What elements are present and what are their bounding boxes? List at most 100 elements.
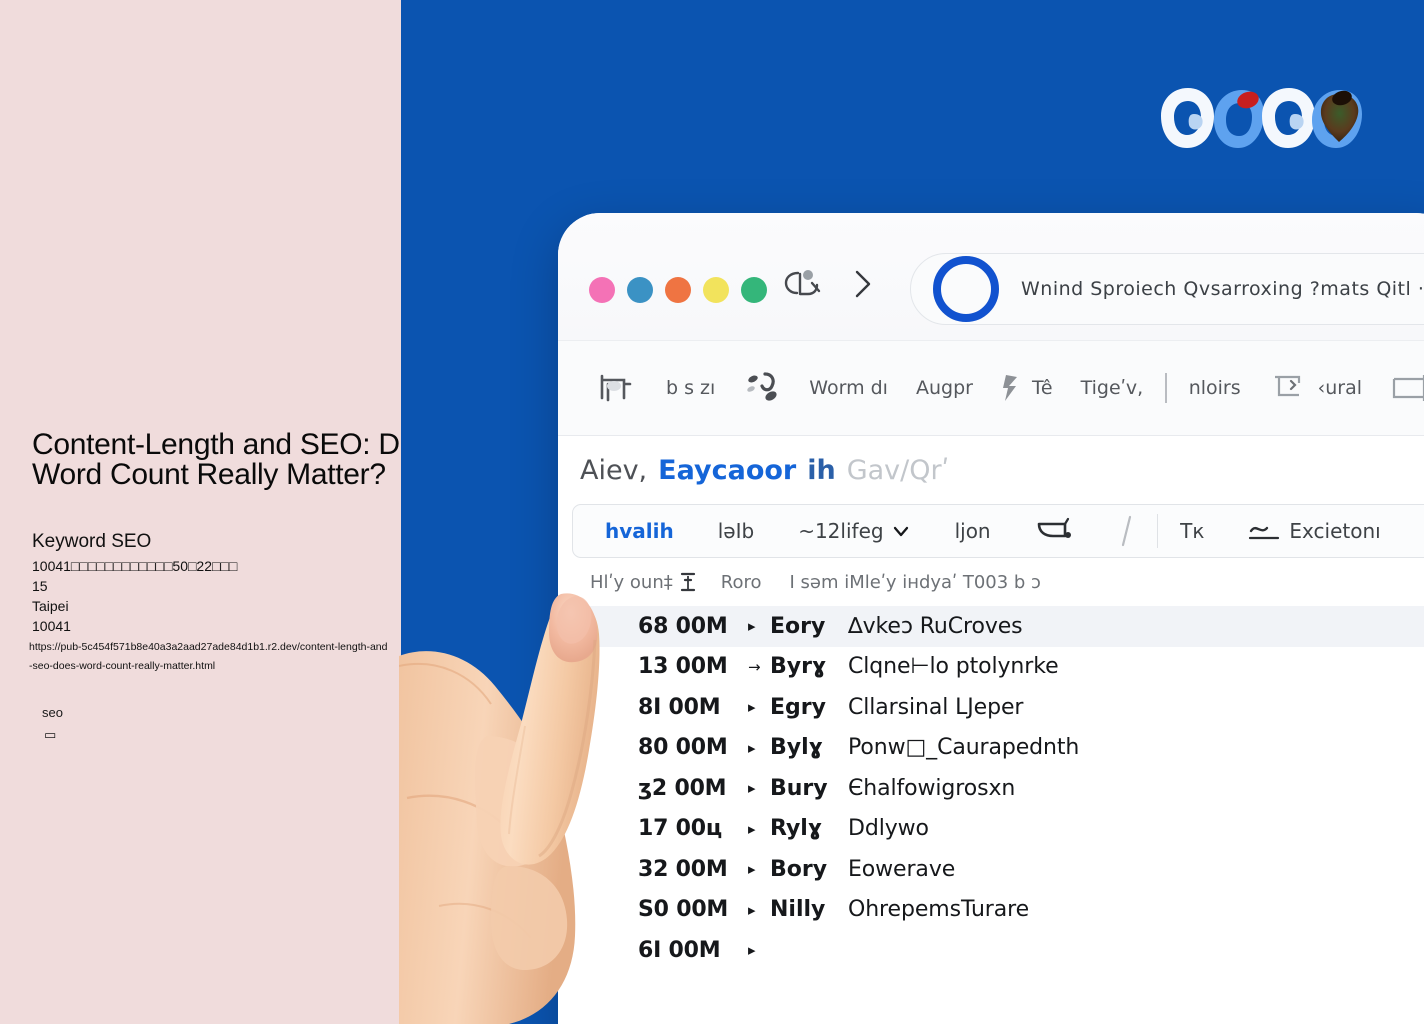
- heading-part-c: ih: [807, 454, 836, 486]
- toolbar-item-augpr[interactable]: Augpr: [902, 377, 987, 399]
- column-header-1[interactable]: Roro: [721, 572, 790, 593]
- toolbar-item-tag[interactable]: [580, 370, 652, 406]
- filter-slash[interactable]: [1097, 513, 1157, 549]
- row-trend-icon: ▸: [748, 738, 756, 757]
- row-category: Rylɣ: [770, 816, 822, 842]
- row-name: ∆vkeɔ RuCroves: [848, 613, 1023, 639]
- toolbar-item-ural[interactable]: ‹ural: [1255, 371, 1376, 405]
- back-chat-icon[interactable]: [784, 267, 822, 306]
- heading-part-d: Gav/Qrʹ: [846, 454, 950, 486]
- row-count: S0 00М: [638, 897, 729, 923]
- row-name: OhrepemsTurare: [848, 897, 1030, 923]
- dot-orange[interactable]: [665, 277, 691, 303]
- filter-cart[interactable]: [1013, 516, 1097, 546]
- toolbar-divider: [1165, 373, 1167, 403]
- box-arrow-icon: [1274, 375, 1300, 397]
- filter-dropdown[interactable]: ~12lifeg: [776, 519, 932, 543]
- page-title: Content-Length and SEO: Does Word Count …: [32, 428, 401, 491]
- toolbar-label-ural: ‹ural: [1317, 377, 1363, 399]
- row-trend-icon: ▸: [748, 941, 756, 960]
- table-row[interactable]: 32 00М ▸ Bory Eowerave: [558, 849, 1424, 890]
- omnibox-text: Wnind Sproiech Qvsarroxing ?mats Qitl ··: [1021, 278, 1424, 300]
- toolbar-label-worm: Worm dı: [809, 377, 888, 399]
- table-row[interactable]: 8I 00М ▸ Egry Cllarsinal LJeper: [558, 687, 1424, 728]
- filter-tk-label: Tк: [1180, 519, 1205, 543]
- row-category: Byrɣ: [770, 654, 827, 680]
- filter-exception[interactable]: Excietonı: [1226, 519, 1402, 543]
- row-count: 13 00М: [638, 654, 728, 680]
- dot-green[interactable]: [741, 277, 767, 303]
- row-name: Eowerave: [848, 856, 956, 882]
- tag-glyph-icon: ▭: [44, 728, 57, 743]
- sort-icon[interactable]: [679, 570, 697, 594]
- row-name: Єhalfowigrosxn: [848, 775, 1016, 801]
- row-category: Bury: [770, 775, 828, 801]
- toolbar: b s zı Worm dı Augpr Tê Tigeʹv, nloirs ‹…: [558, 341, 1424, 436]
- toolbar-item-scribble[interactable]: [729, 370, 795, 406]
- cart-icon: [1037, 517, 1071, 538]
- toolbar-label-nloirs: nloirs: [1188, 377, 1241, 399]
- filter-dropdown-label: ~12lifeg: [798, 519, 884, 543]
- row-trend-icon: ▸: [748, 698, 756, 717]
- dot-yellow[interactable]: [703, 277, 729, 303]
- filter-second-label: ləIb: [717, 519, 755, 543]
- table-row[interactable]: 68 00М ▸ Eory ∆vkeɔ RuCroves: [558, 606, 1424, 647]
- table-row[interactable]: 17 00ц ▸ Rylɣ Ddlywo: [558, 809, 1424, 850]
- filter-lion-label: ljon: [954, 519, 991, 543]
- brand-logo: [1158, 82, 1364, 154]
- row-category: Bory: [770, 856, 828, 882]
- filter-active-label: hvalih: [605, 519, 674, 543]
- omnibox[interactable]: Wnind Sproiech Qvsarroxing ?mats Qitl ··: [910, 253, 1424, 325]
- scribble-icon: [747, 372, 777, 401]
- row-count: ʒ2 00М: [638, 775, 727, 801]
- filter-tk[interactable]: Tк: [1158, 519, 1226, 543]
- row-trend-icon: ▸: [748, 860, 756, 879]
- keyword-label: Keyword SEO: [32, 531, 152, 552]
- brand-logo-svg: [1161, 88, 1362, 148]
- row-count: 6І 00М: [638, 937, 721, 963]
- toolbar-item-nloirs[interactable]: nloirs: [1175, 377, 1255, 399]
- table-row[interactable]: ʒ2 00М ▸ Bury Єhalfowigrosxn: [558, 768, 1424, 809]
- meta-line-0: 15: [32, 578, 48, 594]
- data-rows-list: 68 00М ▸ Eory ∆vkeɔ RuCroves 13 00М → Byrɣ Clqn…: [558, 606, 1424, 971]
- dot-blue[interactable]: [627, 277, 653, 303]
- slash-icon: [1121, 515, 1131, 547]
- meta-line-1: Taipei: [32, 598, 69, 614]
- browser-chrome-bar: Wnind Sproiech Qvsarroxing ?mats Qitl ··: [558, 213, 1424, 341]
- row-count: 80 00М: [638, 735, 728, 761]
- table-row[interactable]: 6І 00М ▸: [558, 930, 1424, 971]
- dot-pink[interactable]: [589, 277, 615, 303]
- row-count: 32 00М: [638, 856, 728, 882]
- panel-icon: [1392, 375, 1424, 401]
- circle-ring-icon: [933, 256, 999, 322]
- column-header-2[interactable]: I səm iΜleʹy iʜdyaʹ T003 b ɔ: [789, 572, 1068, 593]
- row-count: 8I 00М: [638, 694, 721, 720]
- row-category: Bylɣ: [770, 735, 823, 761]
- toolbar-item-worm[interactable]: Worm dı: [795, 377, 902, 399]
- table-row[interactable]: S0 00М ▸ Nilly OhrepemsTurare: [558, 890, 1424, 931]
- toolbar-item-panel[interactable]: [1376, 371, 1424, 405]
- row-trend-icon: ▸: [748, 617, 756, 636]
- toolbar-label-bszi: b s zı: [666, 377, 716, 399]
- tag-shape-icon: [600, 374, 632, 402]
- source-url[interactable]: https://pub-5c454f571b8e40a3a2aad27ade84…: [29, 638, 389, 676]
- filter-lion[interactable]: ljon: [933, 519, 1013, 543]
- filter-active[interactable]: hvalih: [591, 519, 696, 543]
- table-row[interactable]: 13 00М → Byrɣ Clqne⊢lo ptolynrke: [558, 647, 1424, 688]
- toolbar-item-bszi[interactable]: b s zı: [652, 377, 729, 399]
- heading-part-b: Eaycaoor: [658, 454, 797, 486]
- meta-line-2: 10041: [32, 618, 71, 634]
- filter-bar[interactable]: hvalih ləIb ~12lifeg ljon Tк Excietonı: [572, 504, 1424, 558]
- toolbar-item-tigev[interactable]: Tigeʹv,: [1067, 377, 1158, 399]
- address-line: 10041□□□□□□□□□□□□50□22□□□: [32, 558, 238, 574]
- window-dots-group: [589, 277, 767, 303]
- toolbar-item-te[interactable]: Tê: [987, 371, 1067, 405]
- row-category: Nilly: [770, 897, 826, 923]
- toolbar-label-augpr: Augpr: [915, 377, 973, 399]
- flag-icon: [1002, 375, 1017, 401]
- table-row[interactable]: 80 00М ▸ Bylɣ Ponw□_Caurapednth: [558, 728, 1424, 769]
- row-category: Egry: [770, 694, 826, 720]
- chevron-right-icon[interactable]: [852, 267, 874, 306]
- filter-second[interactable]: ləIb: [696, 519, 776, 543]
- row-count: 17 00ц: [638, 816, 722, 842]
